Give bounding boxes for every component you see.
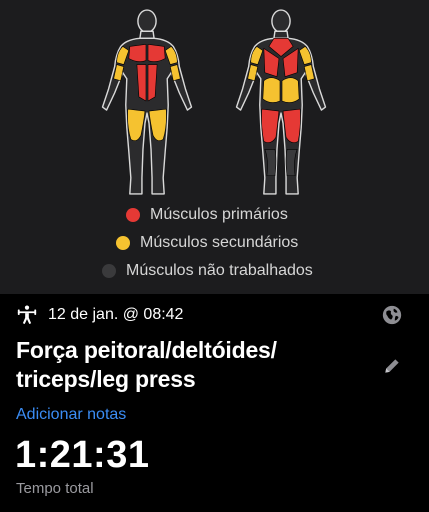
- back-body-figure: [235, 9, 327, 195]
- add-notes-link[interactable]: Adicionar notas: [16, 406, 126, 424]
- legend-not-worked-label: Músculos não trabalhados: [126, 262, 313, 279]
- front-body-figure: [101, 9, 193, 195]
- secondary-dot-icon: [116, 236, 130, 250]
- workout-duration: 1:21:31: [15, 434, 150, 476]
- legend-primary: Músculos primários: [126, 206, 288, 224]
- workout-date-time: 12 de jan. @ 08:42: [48, 306, 184, 323]
- duration-label: Tempo total: [16, 480, 94, 497]
- workout-meta: 12 de jan. @ 08:42: [16, 303, 183, 327]
- muscle-map-panel: Músculos primários Músculos secundários …: [0, 0, 429, 294]
- primary-dot-icon: [126, 208, 140, 222]
- pencil-icon[interactable]: [382, 356, 402, 376]
- workout-title: Força peitoral/deltóides/ triceps/leg pr…: [16, 337, 277, 392]
- legend-not-worked: Músculos não trabalhados: [102, 262, 313, 280]
- not-worked-dot-icon: [102, 264, 116, 278]
- legend-secondary: Músculos secundários: [116, 234, 298, 252]
- legend-secondary-label: Músculos secundários: [140, 234, 299, 251]
- globe-icon[interactable]: [381, 304, 403, 326]
- legend-primary-label: Músculos primários: [150, 206, 288, 223]
- strength-training-icon: [17, 305, 37, 324]
